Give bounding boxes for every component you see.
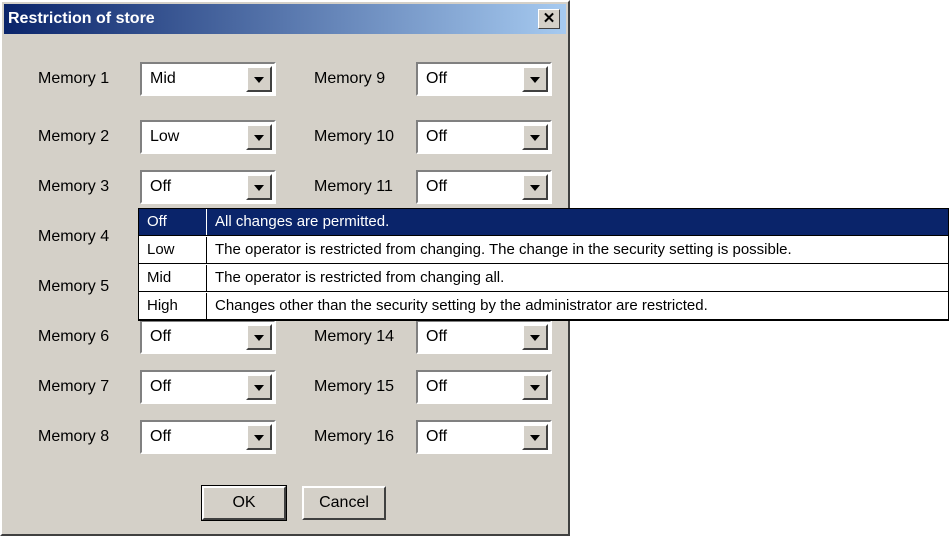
memory-label: Memory 9 bbox=[314, 70, 386, 87]
memory-label: Memory 1 bbox=[38, 70, 110, 87]
close-button[interactable]: ✕ bbox=[538, 9, 560, 29]
dropdown-arrow-icon[interactable] bbox=[522, 66, 548, 92]
dropdown-option[interactable]: Low The operator is restricted from chang… bbox=[139, 237, 948, 264]
memory-select[interactable]: Off bbox=[140, 170, 276, 204]
dropdown-arrow-icon[interactable] bbox=[522, 324, 548, 350]
memory-label: Memory 2 bbox=[38, 128, 110, 145]
ok-button[interactable]: OK bbox=[201, 485, 287, 521]
memory-select-value: Off bbox=[426, 378, 448, 395]
memory-label: Memory 6 bbox=[38, 328, 110, 345]
restriction-dropdown-list[interactable]: Off All changes are permitted. Low The oper… bbox=[138, 208, 949, 321]
title-bar[interactable]: Restriction of store ✕ bbox=[4, 4, 566, 34]
memory-label: Memory 4 bbox=[38, 228, 110, 245]
option-description: All changes are permitted. bbox=[215, 213, 390, 230]
close-icon: ✕ bbox=[542, 10, 556, 27]
option-code: High bbox=[139, 293, 207, 319]
option-code: Mid bbox=[139, 265, 207, 291]
cancel-button[interactable]: Cancel bbox=[302, 486, 386, 520]
dropdown-arrow-icon[interactable] bbox=[246, 124, 272, 150]
memory-select-value: Off bbox=[426, 178, 448, 195]
memory-select-value: Off bbox=[426, 428, 448, 445]
memory-label: Memory 15 bbox=[314, 378, 395, 395]
memory-select-value: Low bbox=[150, 128, 180, 145]
memory-select[interactable]: Off bbox=[140, 370, 276, 404]
dropdown-arrow-icon[interactable] bbox=[246, 66, 272, 92]
dropdown-arrow-icon[interactable] bbox=[522, 124, 548, 150]
dropdown-option[interactable]: Off All changes are permitted. bbox=[139, 209, 948, 236]
option-description: The operator is restricted from changing… bbox=[215, 269, 505, 286]
memory-select[interactable]: Off bbox=[140, 320, 276, 354]
memory-select-value: Off bbox=[150, 378, 172, 395]
dropdown-arrow-icon[interactable] bbox=[246, 374, 272, 400]
option-description: The operator is restricted from changing… bbox=[215, 241, 792, 258]
memory-select[interactable]: Mid bbox=[140, 62, 276, 96]
memory-label: Memory 14 bbox=[314, 328, 395, 345]
memory-label: Memory 16 bbox=[314, 428, 395, 445]
memory-label: Memory 8 bbox=[38, 428, 110, 445]
memory-select-value: Mid bbox=[150, 70, 176, 87]
memory-select[interactable]: Off bbox=[416, 62, 552, 96]
memory-select-value: Off bbox=[150, 178, 172, 195]
dropdown-option[interactable]: Mid The operator is restricted from chang… bbox=[139, 265, 948, 292]
memory-select[interactable]: Off bbox=[416, 120, 552, 154]
memory-select-value: Off bbox=[150, 428, 172, 445]
dropdown-arrow-icon[interactable] bbox=[522, 374, 548, 400]
memory-select-value: Off bbox=[426, 328, 448, 345]
dropdown-arrow-icon[interactable] bbox=[246, 174, 272, 200]
memory-select-value: Off bbox=[150, 328, 172, 345]
memory-label: Memory 7 bbox=[38, 378, 110, 395]
memory-select[interactable]: Off bbox=[416, 420, 552, 454]
memory-label: Memory 5 bbox=[38, 278, 110, 295]
dropdown-arrow-icon[interactable] bbox=[522, 424, 548, 450]
memory-select[interactable]: Off bbox=[140, 420, 276, 454]
memory-select-value: Off bbox=[426, 128, 448, 145]
dropdown-arrow-icon[interactable] bbox=[522, 174, 548, 200]
option-code: Off bbox=[139, 209, 207, 235]
dropdown-arrow-icon[interactable] bbox=[246, 324, 272, 350]
memory-select-value: Off bbox=[426, 70, 448, 87]
dropdown-option[interactable]: High Changes other than the security sett… bbox=[139, 293, 948, 320]
option-code: Low bbox=[139, 237, 207, 263]
dialog-title: Restriction of store bbox=[8, 10, 155, 27]
memory-label: Memory 3 bbox=[38, 178, 110, 195]
memory-label: Memory 11 bbox=[314, 178, 393, 195]
memory-select[interactable]: Off bbox=[416, 170, 552, 204]
option-description: Changes other than the security setting … bbox=[215, 297, 708, 314]
memory-select[interactable]: Low bbox=[140, 120, 276, 154]
memory-select[interactable]: Off bbox=[416, 320, 552, 354]
dropdown-arrow-icon[interactable] bbox=[246, 424, 272, 450]
memory-select[interactable]: Off bbox=[416, 370, 552, 404]
memory-label: Memory 10 bbox=[314, 128, 395, 145]
